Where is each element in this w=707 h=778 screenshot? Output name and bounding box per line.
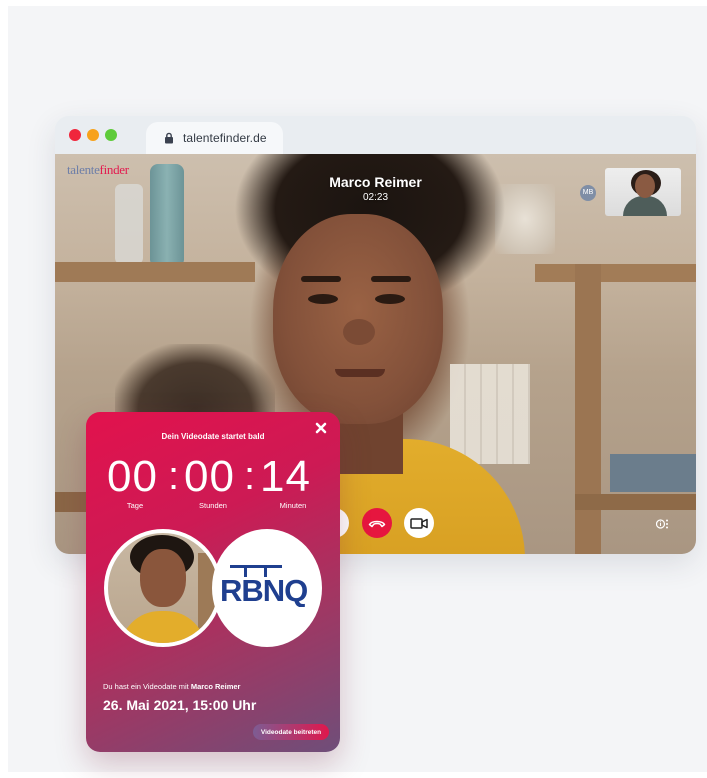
background-shelf — [55, 262, 255, 282]
countdown-hours: 00 — [184, 452, 235, 501]
countdown-days-label: Tage — [126, 501, 144, 510]
phone-hangup-icon — [368, 520, 386, 528]
videodate-popup: Dein Videodate startet bald 00 : 00 : 14… — [86, 412, 340, 752]
background-shelf — [575, 494, 696, 510]
join-videodate-button[interactable]: Videodate beitreten — [253, 724, 329, 740]
background-books — [450, 364, 530, 464]
caller-info: Marco Reimer 02:23 — [55, 174, 696, 203]
popup-description: Du hast ein Videodate mit Marco Reimer — [103, 682, 241, 691]
call-duration: 02:23 — [362, 192, 389, 203]
company-logo: RBNQ — [220, 565, 308, 607]
popup-title: Dein Videodate startet bald — [161, 432, 265, 441]
avatar-shirt — [120, 611, 206, 643]
url-text: talentefinder.de — [183, 131, 267, 145]
caller-nose — [343, 319, 375, 345]
countdown-days: 00 — [107, 452, 158, 501]
countdown-separator: : — [244, 454, 256, 498]
participant-avatar[interactable]: MB — [580, 185, 596, 201]
self-view-video[interactable] — [605, 168, 681, 216]
info-more-icon[interactable] — [656, 518, 668, 530]
self-view-face — [635, 174, 655, 198]
company-logo-avatar: RBNQ — [212, 529, 322, 647]
caller-mouth — [335, 369, 385, 377]
background-boxes — [610, 454, 696, 492]
countdown-minutes: 14 — [260, 452, 311, 501]
background-shelf — [535, 264, 696, 282]
camera-button[interactable] — [404, 508, 434, 538]
avatar-face — [140, 549, 186, 607]
video-camera-icon — [410, 518, 428, 529]
hang-up-button[interactable] — [362, 508, 392, 538]
caller-name: Marco Reimer — [329, 174, 422, 190]
countdown-separator: : — [168, 454, 180, 498]
company-logo-text: RBNQ — [220, 573, 307, 607]
browser-tab[interactable]: talentefinder.de — [146, 122, 283, 154]
popup-date: 26. Mai 2021, 15:00 Uhr — [103, 697, 257, 713]
caller-avatar-photo — [108, 533, 218, 643]
caller-avatar — [104, 529, 222, 647]
browser-titlebar: talentefinder.de — [55, 116, 696, 154]
caller-eye — [308, 294, 338, 304]
background-shelf — [575, 264, 601, 554]
window-maximize-dot[interactable] — [105, 129, 117, 141]
countdown-hours-label: Stunden — [199, 501, 227, 510]
window-close-dot[interactable] — [69, 129, 81, 141]
self-view-body — [623, 196, 667, 216]
lock-icon — [165, 132, 173, 144]
caller-brow — [371, 276, 411, 282]
caller-eye — [375, 294, 405, 304]
window-minimize-dot[interactable] — [87, 129, 99, 141]
caller-brow — [301, 276, 341, 282]
countdown-minutes-label: Minuten — [279, 501, 307, 510]
